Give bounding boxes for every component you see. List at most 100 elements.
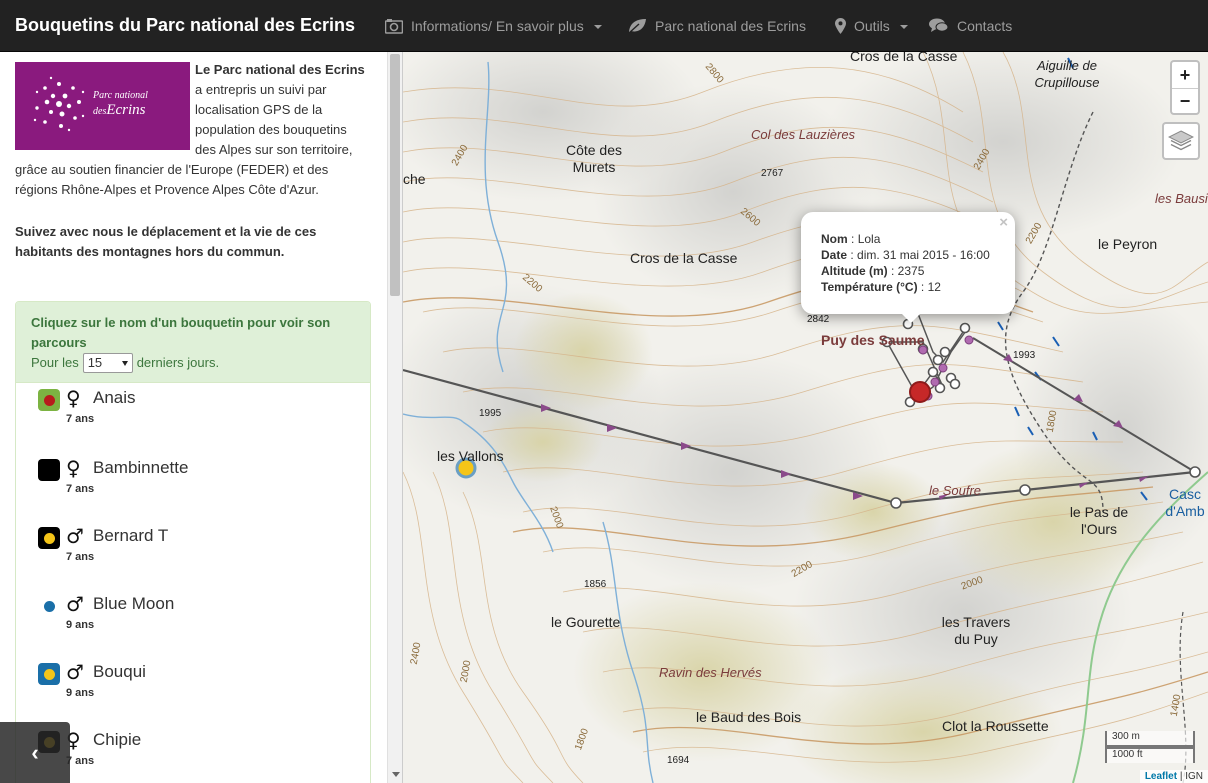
map-label-les-travers: les Travers du Puy <box>941 614 1011 647</box>
popup-temperature-row: Température (°C) : 12 <box>821 280 941 294</box>
collapse-sidebar-button[interactable]: ‹ <box>0 722 70 783</box>
nav-outils-label: Outils <box>854 18 890 34</box>
zoom-out-button[interactable]: − <box>1172 88 1198 113</box>
male-symbol-icon: ♂ <box>66 524 84 548</box>
map-label-cros-casse-top: Cros de la Casse <box>850 52 958 64</box>
altitude-label: 1694 <box>667 755 690 766</box>
popup-altitude-row: Altitude (m) : 2375 <box>821 264 925 278</box>
altitude-label: 2842 <box>807 314 830 325</box>
panel-heading: Cliquez sur le nom d'un bouquetin pour v… <box>16 302 370 383</box>
map-label-casc: Casc d'Amb <box>1165 486 1205 519</box>
map-label-les-bausi: les Bausi <box>1155 191 1208 206</box>
ibex-color-marker <box>38 663 60 685</box>
popup-altitude-value: 2375 <box>897 264 925 278</box>
map-label-le-pas-ours: le Pas de l'Ours <box>1069 504 1129 537</box>
ibex-item-bouqui[interactable]: ♂ Bouqui 9 ans <box>16 655 370 723</box>
map-label-cros-casse-mid: Cros de la Casse <box>630 250 738 266</box>
altitude-label: 2767 <box>761 168 784 179</box>
ibex-item-anais[interactable]: ♀ Anais 7 ans <box>16 381 370 449</box>
popup-close-button[interactable]: × <box>999 215 1008 231</box>
ibex-name: Bernard T <box>93 526 169 545</box>
location-popup: × Nom : Lola Date : dim. 31 mai 2015 - 1… <box>801 212 1015 314</box>
map-label-le-baud: le Baud des Bois <box>696 709 802 725</box>
nav-parc-national[interactable]: Parc national des Ecrins <box>627 16 806 36</box>
chevron-down-icon <box>121 360 128 366</box>
topo-map-background <box>403 52 1208 783</box>
ibex-item-bernard-t[interactable]: ♂ Bernard T 7 ans <box>16 519 370 587</box>
comments-icon <box>929 18 949 34</box>
days-suffix: derniers jours. <box>136 355 220 370</box>
ibex-item-blue-moon[interactable]: ♂ Blue Moon 9 ans <box>16 587 370 655</box>
altitude-label: 1856 <box>584 579 607 590</box>
altitude-label: 1993 <box>1013 350 1036 361</box>
nav-informations[interactable]: Informations/ En savoir plus <box>385 16 602 36</box>
ibex-color-marker <box>38 527 60 549</box>
intro-bold: Le Parc national des Ecrins <box>195 62 365 77</box>
days-prefix: Pour les <box>31 355 79 370</box>
male-symbol-icon: ♂ <box>66 592 84 616</box>
map-label-col-lauzieres: Col des Lauzières <box>751 127 856 142</box>
ibex-age: 7 ans <box>66 551 95 563</box>
ibex-name: Chipie <box>93 730 142 749</box>
map-label-cote-murets: Côte des Murets <box>565 142 623 175</box>
map-label-le-gourette: le Gourette <box>551 614 621 630</box>
ibex-color-marker <box>38 389 60 411</box>
follow-text: Suivez avec nous le déplacement et la vi… <box>15 224 317 259</box>
chevron-down-icon <box>593 25 602 29</box>
ibex-name: Bouqui <box>93 662 146 681</box>
scrollbar-thumb[interactable] <box>390 54 400 296</box>
map-label-che: che <box>403 171 426 187</box>
leaflet-link[interactable]: Leaflet <box>1145 771 1177 782</box>
map-label-clot-roussette: Clot la Roussette <box>942 718 1049 734</box>
ibex-color-marker <box>38 459 60 481</box>
ibex-age: 7 ans <box>66 483 95 495</box>
ibex-age: 7 ans <box>66 755 95 767</box>
ibex-name: Anais <box>93 388 136 407</box>
map-scale: 300 m 1000 ft <box>1105 731 1195 763</box>
nav-contacts-label: Contacts <box>957 18 1013 34</box>
map-label-le-soufre: le Soufre <box>929 483 982 498</box>
days-select-value: 15 <box>87 355 103 370</box>
ibex-name: Bambinnette <box>93 458 189 477</box>
layers-button[interactable] <box>1162 122 1200 160</box>
ibex-item-bambinnette[interactable]: ♀ Bambinnette 7 ans <box>16 451 370 519</box>
popup-date-row: Date : dim. 31 mai 2015 - 16:00 <box>821 248 990 262</box>
days-select[interactable]: 15 <box>82 353 133 373</box>
top-navbar: Bouquetins du Parc national des Ecrins I… <box>0 0 1208 52</box>
popup-tip <box>901 313 921 323</box>
site-brand[interactable]: Bouquetins du Parc national des Ecrins <box>15 15 355 36</box>
map-label-le-peyron: le Peyron <box>1098 236 1158 252</box>
camera-icon <box>385 18 403 34</box>
popup-name-value: Lola <box>857 232 881 246</box>
sidebar-scrollbar[interactable] <box>387 52 402 783</box>
leaf-icon <box>627 18 647 34</box>
ibex-name: Blue Moon <box>93 594 175 613</box>
female-symbol-icon: ♀ <box>66 386 81 410</box>
ibex-age: 9 ans <box>66 687 95 699</box>
nav-outils[interactable]: Outils <box>835 16 908 36</box>
ibex-color-marker <box>38 595 60 617</box>
sidebar: Parc national desEcrins Le Parc national… <box>0 52 403 783</box>
scale-imperial: 1000 ft <box>1105 747 1195 763</box>
female-symbol-icon: ♀ <box>66 456 81 480</box>
nav-contacts[interactable]: Contacts <box>929 16 1012 36</box>
chevron-down-icon <box>899 25 908 29</box>
popup-date-value: dim. 31 mai 2015 - 16:00 <box>857 248 990 262</box>
map-attribution: Leaflet | IGN <box>1139 770 1208 783</box>
zoom-in-button[interactable]: + <box>1172 62 1198 88</box>
scale-metric: 300 m <box>1105 731 1195 747</box>
zoom-control: + − <box>1170 60 1200 115</box>
map-view[interactable]: Cros de la Casse Aiguille de Crupillouse… <box>403 52 1208 783</box>
panel-title: Cliquez sur le nom d'un bouquetin pour v… <box>31 315 331 350</box>
scroll-down-arrow-icon[interactable] <box>392 772 400 777</box>
map-marker-icon <box>835 18 846 34</box>
popup-temperature-value: 12 <box>927 280 941 294</box>
ign-attribution: IGN <box>1185 771 1203 782</box>
nav-informations-label: Informations/ En savoir plus <box>411 18 584 34</box>
ibex-age: 7 ans <box>66 413 95 425</box>
popup-name-row: Nom : Lola <box>821 232 881 246</box>
intro-paragraph: Le Parc national des Ecrins a entrepris … <box>15 60 370 200</box>
layers-icon <box>1168 130 1194 151</box>
map-label-les-vallons: les Vallons <box>437 448 504 464</box>
map-label-aiguille: Aiguille de Crupillouse <box>1034 58 1100 90</box>
